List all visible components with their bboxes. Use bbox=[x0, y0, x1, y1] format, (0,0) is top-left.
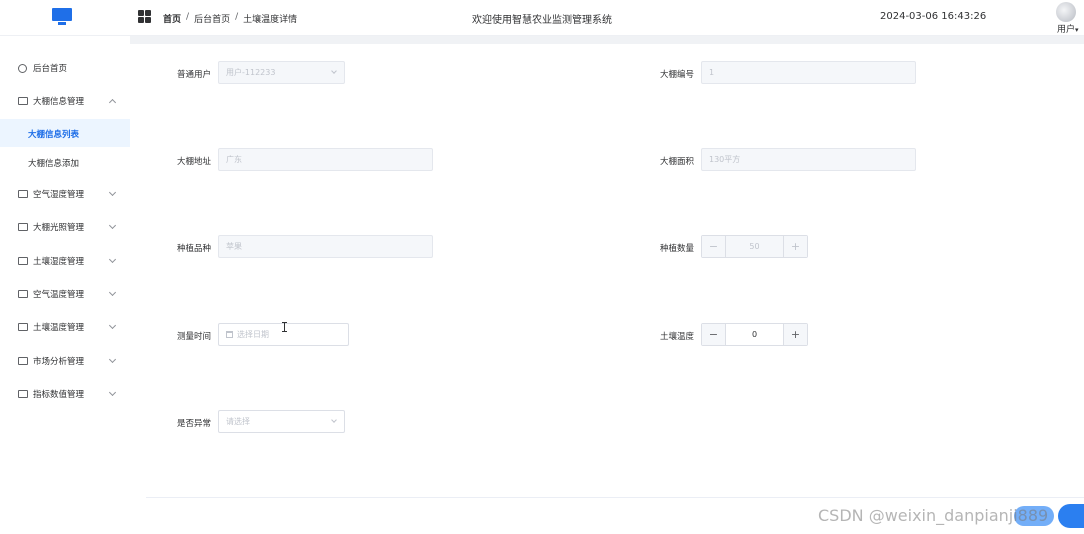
chevron-down-icon bbox=[108, 388, 117, 397]
menu-icon bbox=[18, 257, 28, 265]
greenhouse-no-label: 大棚编号 bbox=[659, 70, 694, 80]
variety-field: 苹果 bbox=[218, 235, 433, 258]
chevron-up-icon bbox=[108, 98, 117, 107]
decrement-button: − bbox=[702, 236, 726, 257]
user-label: 普通用户 bbox=[176, 70, 211, 80]
menu-icon bbox=[18, 323, 28, 331]
sidebar-group-air-humidity[interactable]: 空气湿度管理 bbox=[0, 180, 130, 208]
chevron-down-icon bbox=[108, 188, 117, 197]
soil-temp-value[interactable]: 0 bbox=[726, 324, 783, 345]
menu-icon bbox=[18, 357, 28, 365]
breadcrumb-current: 土壤温度详情 bbox=[243, 15, 298, 25]
address-field: 广东 bbox=[218, 148, 433, 171]
address-label: 大棚地址 bbox=[176, 157, 211, 167]
increment-button[interactable]: + bbox=[783, 324, 807, 345]
sidebar-group-light[interactable]: 大棚光照管理 bbox=[0, 213, 130, 241]
sidebar-group-air-temp[interactable]: 空气温度管理 bbox=[0, 280, 130, 308]
sidebar-group-soil-humidity[interactable]: 土壤湿度管理 bbox=[0, 247, 130, 275]
chevron-down-icon bbox=[108, 255, 117, 264]
variety-label: 种植品种 bbox=[176, 244, 211, 254]
menu-icon bbox=[18, 290, 28, 298]
chevron-down-icon bbox=[108, 221, 117, 230]
user-select: 用户-112233 bbox=[218, 61, 345, 84]
menu-icon bbox=[18, 190, 28, 198]
chevron-down-icon bbox=[331, 68, 337, 74]
avatar[interactable] bbox=[1056, 2, 1076, 22]
menu-icon bbox=[18, 390, 28, 398]
breadcrumb-home[interactable]: 首页 bbox=[163, 12, 181, 25]
area-field: 130平方 bbox=[701, 148, 916, 171]
sidebar-item-greenhouse-list[interactable]: 大棚信息列表 bbox=[0, 119, 130, 147]
sidebar: 后台首页 大棚信息管理 大棚信息列表 大棚信息添加 空气湿度管理 大棚光照管理 … bbox=[0, 36, 130, 534]
divider bbox=[146, 497, 1084, 498]
calendar-icon bbox=[226, 331, 233, 338]
chevron-down-icon bbox=[108, 288, 117, 297]
time-label: 测量时间 bbox=[176, 332, 211, 342]
breadcrumb-dashboard[interactable]: 后台首页 bbox=[194, 12, 230, 25]
chevron-down-icon bbox=[108, 355, 117, 364]
abnormal-select[interactable]: 请选择 bbox=[218, 410, 345, 433]
text-cursor-icon bbox=[282, 322, 289, 332]
floating-side-button[interactable] bbox=[1058, 504, 1084, 528]
soil-temp-stepper[interactable]: − 0 + bbox=[701, 323, 808, 346]
menu-icon bbox=[18, 223, 28, 231]
sidebar-group-greenhouse[interactable]: 大棚信息管理 bbox=[0, 87, 130, 115]
top-header: 首页 / 后台首页 / 土壤温度详情 欢迎使用智慧农业监测管理系统 2024-0… bbox=[0, 0, 1084, 36]
breadcrumb: 首页 / 后台首页 / 土壤温度详情 bbox=[163, 12, 298, 25]
quantity-value: 50 bbox=[726, 236, 783, 257]
soil-temp-label: 土壤温度 bbox=[659, 332, 694, 342]
user-dropdown[interactable]: 用户▾ bbox=[1057, 22, 1079, 35]
menu-icon bbox=[18, 97, 28, 105]
area-label: 大棚面积 bbox=[659, 157, 694, 167]
chevron-down-icon bbox=[331, 417, 337, 423]
sidebar-group-market[interactable]: 市场分析管理 bbox=[0, 347, 130, 375]
sidebar-item-home[interactable]: 后台首页 bbox=[0, 54, 130, 82]
watermark: CSDN @weixin_danpianji889 bbox=[818, 506, 1049, 525]
abnormal-label: 是否异常 bbox=[176, 419, 211, 429]
quantity-label: 种植数量 bbox=[659, 244, 694, 254]
sidebar-item-greenhouse-add[interactable]: 大棚信息添加 bbox=[0, 148, 130, 176]
main-panel bbox=[130, 44, 1084, 534]
sidebar-group-soil-temp[interactable]: 土壤温度管理 bbox=[0, 313, 130, 341]
chevron-down-icon bbox=[108, 321, 117, 330]
decrement-button[interactable]: − bbox=[702, 324, 726, 345]
increment-button: + bbox=[783, 236, 807, 257]
sidebar-group-indicator[interactable]: 指标数值管理 bbox=[0, 380, 130, 408]
quantity-stepper: − 50 + bbox=[701, 235, 808, 258]
monitor-logo-icon bbox=[52, 8, 72, 26]
greenhouse-no-field: 1 bbox=[701, 61, 916, 84]
menu-grid-icon[interactable] bbox=[138, 10, 151, 23]
current-datetime: 2024-03-06 16:43:26 bbox=[880, 11, 987, 22]
clock-icon bbox=[18, 63, 27, 73]
